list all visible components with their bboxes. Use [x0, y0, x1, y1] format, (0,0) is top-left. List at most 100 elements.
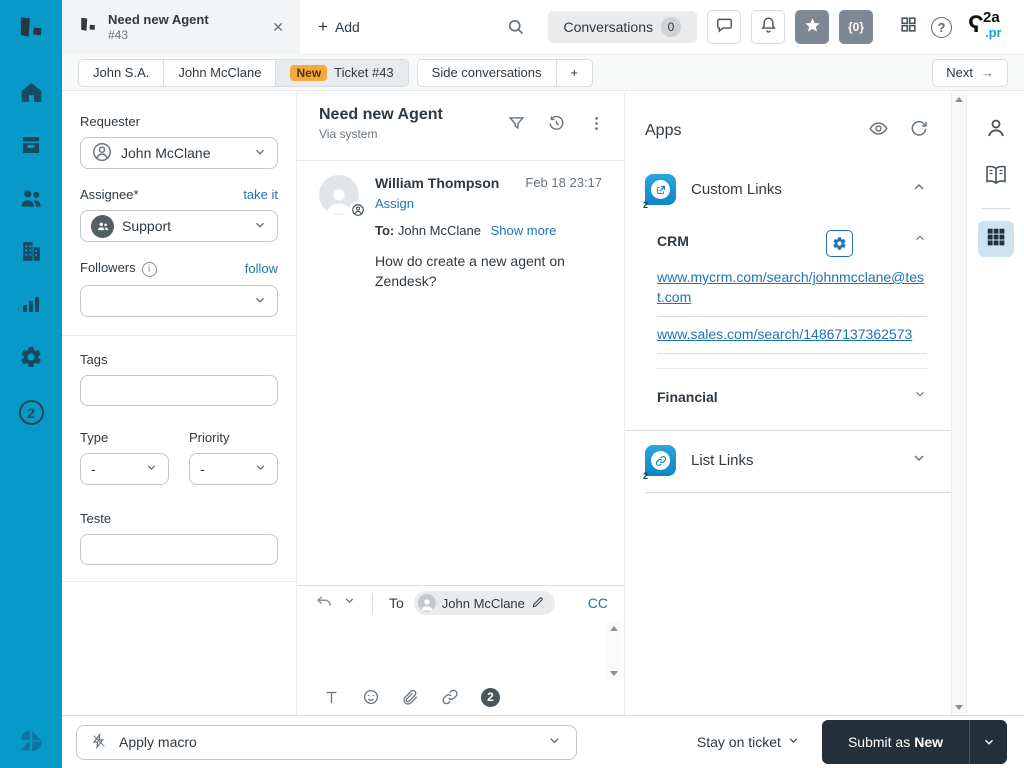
cc-link[interactable]: CC: [588, 595, 608, 611]
app-2-toolbar-icon[interactable]: 2: [481, 687, 500, 707]
crm-link[interactable]: www.mycrm.com/search/johnmcclane@test.co…: [657, 269, 924, 305]
rail-knowledge-button[interactable]: [978, 158, 1014, 194]
followers-select[interactable]: [80, 285, 278, 317]
type-select[interactable]: -: [80, 453, 169, 485]
bell-icon: [759, 15, 778, 39]
chevron-down-icon[interactable]: [913, 387, 927, 406]
divider: [980, 208, 1011, 209]
emoji-icon[interactable]: [362, 688, 380, 706]
kebab-menu-icon[interactable]: [587, 114, 606, 160]
link-icon[interactable]: [441, 688, 459, 706]
chat-button[interactable]: [707, 10, 741, 44]
sidebar-item-organizations[interactable]: [0, 227, 62, 280]
financial-group-header[interactable]: Financial: [657, 387, 927, 406]
sidebar-item-home[interactable]: [0, 68, 62, 121]
recipient-name: John McClane: [441, 595, 525, 611]
sidebar-item-admin[interactable]: [0, 333, 62, 386]
sidebar-item-customers[interactable]: [0, 174, 62, 227]
help-button[interactable]: ?: [931, 16, 952, 38]
crm-group-header[interactable]: CRM: [657, 231, 927, 250]
submit-status: New: [914, 734, 943, 750]
reply-channel-icon[interactable]: [315, 592, 333, 615]
apply-macro-select[interactable]: Apply macro: [76, 724, 577, 760]
recipient-pill[interactable]: John McClane: [413, 591, 555, 615]
placeholders-button[interactable]: {0}: [839, 10, 873, 44]
composer-scrollbar[interactable]: [607, 622, 620, 680]
scroll-up-icon[interactable]: [609, 626, 618, 631]
scroll-down-icon[interactable]: [609, 671, 618, 676]
eye-icon[interactable]: [868, 118, 889, 144]
main-sidebar: 2: [0, 0, 62, 768]
tags-input[interactable]: [80, 375, 278, 406]
message-author[interactable]: William Thompson: [375, 175, 499, 191]
priority-value: -: [200, 461, 205, 477]
take-it-link[interactable]: take it: [243, 187, 278, 202]
app-settings-button[interactable]: [826, 230, 853, 257]
tab-label: Side conversations: [431, 65, 542, 80]
submit-as-new-button[interactable]: Submit as New: [821, 720, 969, 764]
open-ticket-tab[interactable]: Need new Agent #43 ✕: [62, 0, 300, 55]
favorites-button[interactable]: [795, 10, 829, 44]
followers-text: Followers: [80, 260, 136, 275]
tab-add-side-conversation[interactable]: +: [556, 59, 593, 86]
user-avatar[interactable]: Ɂ 2a .pr: [966, 7, 1010, 47]
link-row[interactable]: www.sales.com/search/14867137362573: [657, 317, 927, 354]
person-circle-icon: [91, 141, 113, 166]
avatar-text-2: .pr: [985, 25, 1002, 40]
rail-apps-button[interactable]: [977, 221, 1014, 257]
submit-options-caret[interactable]: [969, 720, 1007, 764]
priority-select[interactable]: -: [189, 453, 278, 485]
star-icon: [803, 16, 822, 38]
views-icon: [19, 133, 43, 162]
link-row[interactable]: www.mycrm.com/search/johnmcclane@test.co…: [657, 260, 927, 317]
history-icon[interactable]: [547, 114, 566, 160]
requester-select[interactable]: John McClane: [80, 137, 278, 169]
sidebar-item-reporting[interactable]: [0, 280, 62, 333]
close-tab-icon[interactable]: ✕: [268, 17, 288, 38]
attachment-icon[interactable]: [402, 689, 419, 706]
teste-label: Teste: [80, 511, 112, 526]
chevron-down-icon: [253, 218, 267, 235]
sales-link[interactable]: www.sales.com/search/14867137362573: [657, 326, 912, 342]
notifications-button[interactable]: [751, 10, 785, 44]
teste-input[interactable]: [80, 534, 278, 565]
chevron-up-icon[interactable]: [911, 179, 927, 200]
divider: [62, 335, 296, 336]
next-ticket-button[interactable]: Next →: [932, 58, 1008, 87]
conversations-button[interactable]: Conversations 0: [547, 11, 697, 43]
scroll-down-icon[interactable]: [955, 705, 963, 710]
channel-chevron-icon[interactable]: [343, 594, 356, 612]
assignee-select[interactable]: Support: [80, 210, 278, 242]
stay-label: Stay on ticket: [696, 734, 781, 750]
chevron-up-icon[interactable]: [913, 231, 927, 250]
message-body: How do create a new agent on Zendesk?: [375, 253, 565, 289]
stay-on-ticket-select[interactable]: Stay on ticket: [697, 734, 800, 750]
scroll-up-icon[interactable]: [955, 97, 963, 102]
rail-customer-button[interactable]: [978, 112, 1014, 148]
zendesk-z-logo-icon: [0, 726, 62, 756]
product-switcher-button[interactable]: [895, 14, 921, 40]
custom-links-app-header[interactable]: 2 Custom Links: [643, 174, 937, 210]
search-icon[interactable]: [506, 17, 526, 37]
refresh-icon[interactable]: [909, 118, 929, 144]
divider: [657, 368, 927, 369]
tab-john-mcclane[interactable]: John McClane: [164, 59, 277, 86]
status-badge-new: New: [290, 64, 328, 81]
show-more-link[interactable]: Show more: [491, 223, 557, 238]
main-scrollbar[interactable]: [951, 92, 967, 715]
chevron-down-icon[interactable]: [911, 450, 927, 471]
tab-side-conversations[interactable]: Side conversations: [417, 59, 557, 86]
tab-john-sa[interactable]: John S.A.: [79, 59, 165, 86]
follow-link[interactable]: follow: [245, 261, 278, 276]
text-format-icon[interactable]: [323, 689, 340, 706]
sidebar-item-app-shortcut[interactable]: 2: [0, 386, 62, 439]
add-tab-button[interactable]: + Add: [318, 17, 360, 37]
topbar-actions: Conversations 0 {0} ? Ɂ 2a .pr: [506, 7, 1024, 47]
filter-icon[interactable]: [507, 114, 526, 160]
assign-link[interactable]: Assign: [375, 196, 602, 211]
tab-ticket-43[interactable]: New Ticket #43: [276, 59, 408, 86]
composer-textarea[interactable]: [297, 620, 624, 680]
sidebar-item-views[interactable]: [0, 121, 62, 174]
list-links-app-header[interactable]: 2 List Links: [643, 431, 951, 493]
list-links-label: List Links: [691, 452, 754, 469]
